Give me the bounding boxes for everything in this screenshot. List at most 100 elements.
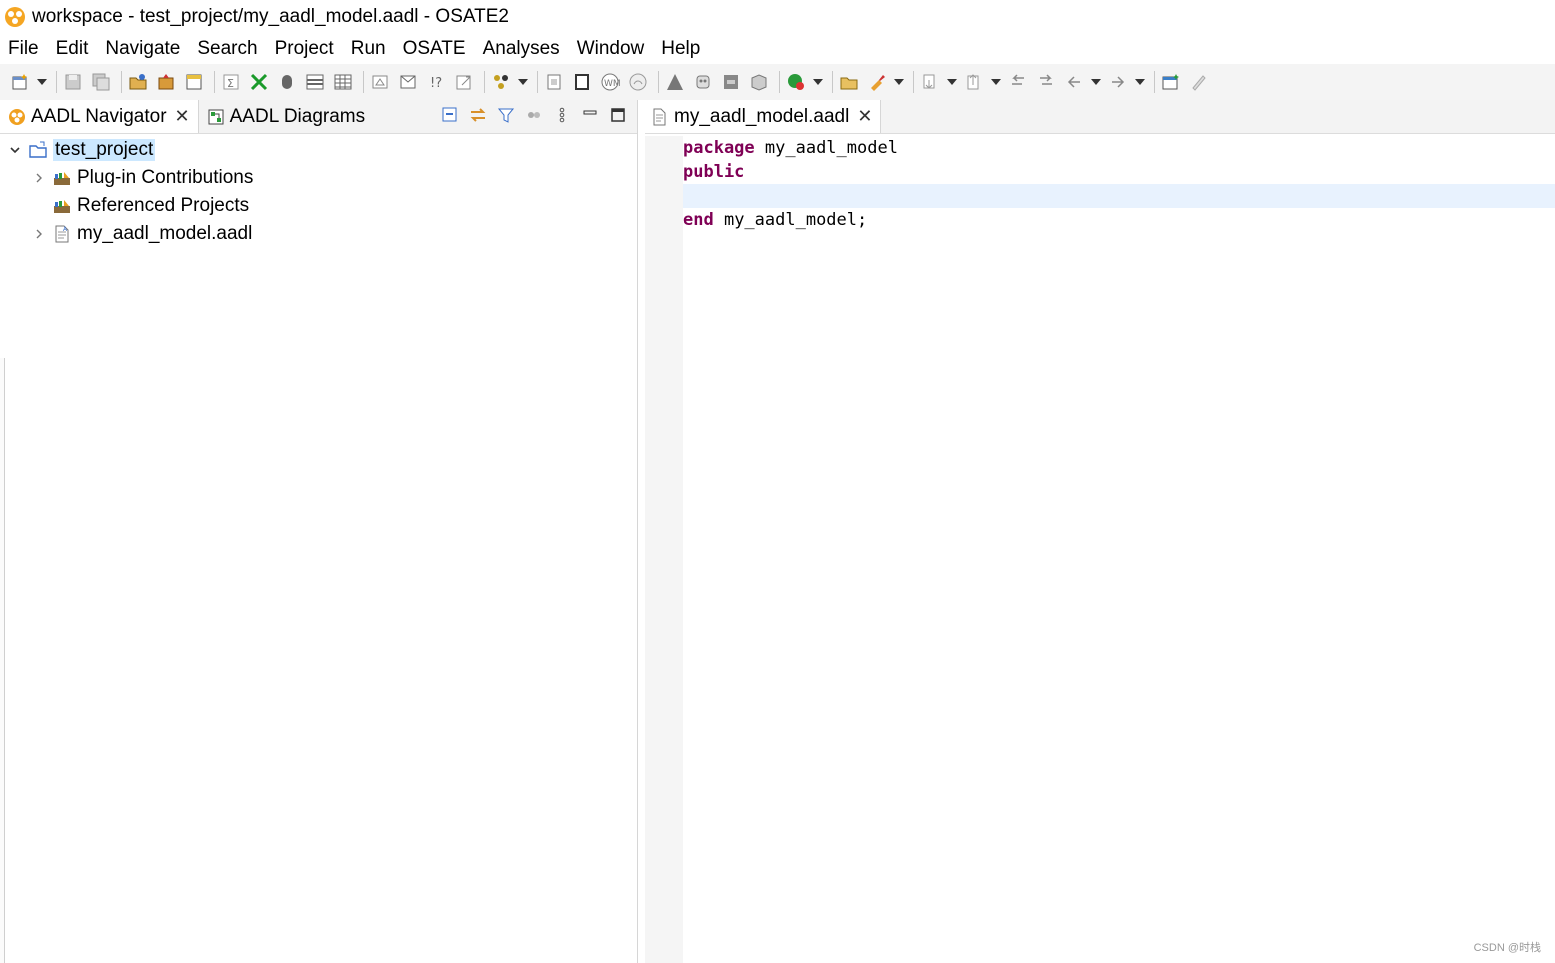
navigator-tree: test_project Plug-in Contributions Refer… (0, 134, 637, 248)
aadl-file-icon (653, 108, 666, 125)
toolbar-separator (1154, 71, 1155, 93)
tree-item-plugin-contributions[interactable]: Plug-in Contributions (0, 164, 637, 192)
chevron-right-icon[interactable] (30, 169, 48, 187)
query-icon[interactable]: !? (424, 70, 448, 94)
keyword: package (683, 138, 755, 158)
aadl-file-icon: A (55, 225, 69, 243)
code-line: end my_aadl_model; (683, 208, 1555, 232)
save-icon[interactable] (61, 70, 85, 94)
keyword: end (683, 210, 714, 230)
forward-icon[interactable] (1106, 70, 1130, 94)
code-editor[interactable]: package my_aadl_model public end my_aadl… (645, 136, 1555, 963)
last-edit-icon[interactable] (1006, 70, 1030, 94)
view-menu-icon[interactable] (551, 104, 573, 126)
tab-label: AADL Diagrams (229, 105, 366, 127)
menu-edit[interactable]: Edit (56, 38, 89, 60)
open-perspective-icon[interactable] (1159, 70, 1183, 94)
toolbar-separator (537, 71, 538, 93)
current-code-line (683, 184, 1555, 208)
forward-dropdown-icon[interactable] (1134, 70, 1146, 94)
next-edit-icon[interactable] (1034, 70, 1058, 94)
tree-item-referenced-projects[interactable]: Referenced Projects (0, 192, 637, 220)
close-icon[interactable]: ✕ (175, 106, 190, 127)
circle-icon[interactable] (626, 70, 650, 94)
tab-aadl-diagrams[interactable]: AADL Diagrams (199, 100, 374, 133)
library-icon (54, 200, 70, 213)
link-with-editor-icon[interactable] (467, 104, 489, 126)
dots-icon[interactable] (523, 104, 545, 126)
prev-annotation-icon[interactable] (962, 70, 986, 94)
chevron-right-icon[interactable] (30, 225, 48, 243)
menu-navigate[interactable]: Navigate (105, 38, 180, 60)
page-icon[interactable] (542, 70, 566, 94)
menu-analyses[interactable]: Analyses (483, 38, 560, 60)
chevron-down-icon[interactable] (6, 141, 24, 159)
graph-icon[interactable] (247, 70, 271, 94)
pen-icon[interactable] (1187, 70, 1211, 94)
open-folder-icon[interactable] (837, 70, 861, 94)
new-dropdown-icon[interactable] (36, 70, 48, 94)
collapse-all-icon[interactable] (439, 104, 461, 126)
view-actions (433, 104, 629, 126)
editor-ruler (645, 136, 683, 963)
menu-search[interactable]: Search (197, 38, 257, 60)
instance-icon[interactable] (489, 70, 513, 94)
open-project-icon[interactable] (126, 70, 150, 94)
layout-grid-icon[interactable] (331, 70, 355, 94)
svg-text:WM: WM (604, 79, 620, 89)
tab-aadl-navigator[interactable]: AADL Navigator ✕ (0, 100, 199, 133)
menu-file[interactable]: File (8, 38, 39, 60)
tree-item-aadl-file[interactable]: A my_aadl_model.aadl (0, 220, 637, 248)
tab-my-aadl-model[interactable]: my_aadl_model.aadl ✕ (645, 100, 882, 133)
title-bar: workspace - test_project/my_aadl_model.a… (0, 0, 1555, 34)
instance-dropdown-icon[interactable] (517, 70, 529, 94)
toolbar-separator (913, 71, 914, 93)
new-icon[interactable] (8, 70, 32, 94)
model-icon[interactable] (182, 70, 206, 94)
minimize-icon[interactable] (579, 104, 601, 126)
menu-project[interactable]: Project (275, 38, 334, 60)
triangle-icon[interactable] (663, 70, 687, 94)
sigma-icon[interactable]: Σ (219, 70, 243, 94)
package-icon[interactable] (154, 70, 178, 94)
menu-window[interactable]: Window (577, 38, 645, 60)
toolbar-separator (658, 71, 659, 93)
close-icon[interactable]: ✕ (857, 106, 872, 127)
save-all-icon[interactable] (89, 70, 113, 94)
wm-icon[interactable]: WM (598, 70, 622, 94)
brush-icon[interactable] (865, 70, 889, 94)
next-annotation-icon[interactable] (918, 70, 942, 94)
diagrams-icon (208, 109, 224, 124)
maximize-icon[interactable] (607, 104, 629, 126)
robot-icon[interactable] (691, 70, 715, 94)
menu-help[interactable]: Help (661, 38, 700, 60)
menu-run[interactable]: Run (351, 38, 386, 60)
prev-annotation-dropdown-icon[interactable] (990, 70, 1002, 94)
editor-panel: my_aadl_model.aadl ✕ package my_aadl_mod… (645, 100, 1555, 963)
tray-icon[interactable] (719, 70, 743, 94)
toolbar-separator (779, 71, 780, 93)
editor-tab-bar: my_aadl_model.aadl ✕ (645, 100, 1555, 134)
export-icon[interactable] (452, 70, 476, 94)
envelope-icon[interactable] (396, 70, 420, 94)
keyword: public (683, 162, 745, 182)
filter-icon[interactable] (495, 104, 517, 126)
run-icon[interactable] (784, 70, 808, 94)
tree-item-test-project[interactable]: test_project (0, 136, 637, 164)
cylinder-icon[interactable] (275, 70, 299, 94)
next-annotation-dropdown-icon[interactable] (946, 70, 958, 94)
layout-rows-icon[interactable] (303, 70, 327, 94)
identifier: my_aadl_model; (713, 210, 868, 230)
tree-item-label: Referenced Projects (77, 195, 250, 216)
brush-dropdown-icon[interactable] (893, 70, 905, 94)
tree-item-label: test_project (53, 139, 156, 161)
document-icon[interactable] (570, 70, 594, 94)
svg-text:Σ: Σ (227, 77, 234, 90)
back-dropdown-icon[interactable] (1090, 70, 1102, 94)
menu-osate[interactable]: OSATE (403, 38, 466, 60)
frame-icon[interactable] (368, 70, 392, 94)
code-area[interactable]: package my_aadl_model public end my_aadl… (683, 136, 1555, 963)
box-icon[interactable] (747, 70, 771, 94)
back-icon[interactable] (1062, 70, 1086, 94)
run-dropdown-icon[interactable] (812, 70, 824, 94)
